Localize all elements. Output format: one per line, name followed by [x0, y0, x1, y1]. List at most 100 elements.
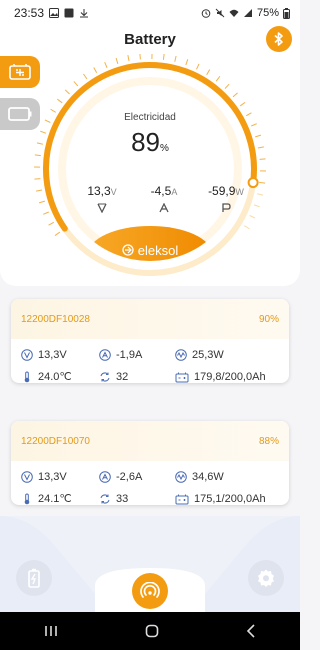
power-value: -59,9 [208, 184, 236, 198]
pack-voltage-value: 13,3V [38, 471, 67, 483]
pack-cycles-value: 32 [116, 370, 129, 383]
gauge-tick [34, 154, 41, 157]
power-wave-icon [175, 349, 187, 361]
pack-percent: 88% [258, 435, 279, 447]
current-icon [99, 349, 111, 361]
pack-power-value: 34,6W [192, 471, 224, 483]
gauge-tick [259, 181, 266, 184]
gauge-tick [73, 81, 79, 87]
image-icon [64, 8, 74, 18]
pack-capacity: 175,1/200,0Ah [175, 492, 279, 505]
pack-current-value: -1,9A [116, 349, 143, 361]
gauge-tick [36, 189, 43, 192]
voltage-unit: V [110, 187, 117, 197]
pack-capacity-value: 179,8/200,0Ah [194, 370, 266, 383]
signal-icon [140, 582, 160, 598]
status-battery: 75% [256, 7, 279, 19]
gauge-tick [255, 134, 262, 138]
electricity-label: Electricidad [124, 112, 176, 123]
pack-temperature: 24.0℃ [21, 370, 99, 383]
gauge-metrics: 13,3V -4,5A -59,9W [72, 184, 256, 213]
pack-temperature-value: 24.1℃ [38, 493, 72, 505]
gauge-tick [239, 102, 246, 107]
pack-power: 34,6W [175, 471, 279, 483]
gauge-tick [162, 54, 165, 60]
gauge-tick [232, 92, 238, 98]
pack-power-value: 25,3W [192, 349, 224, 361]
pack-card-header: 12200DF10070 88% [11, 421, 289, 461]
electricity-percent: 89 [131, 127, 160, 157]
battery-pack-card[interactable]: 12200DF10028 90% 13,3V -1,9A 25,3W 24.0℃… [11, 299, 289, 383]
download-icon [80, 9, 89, 18]
gauge-tick [244, 225, 250, 230]
gauge-tick [115, 57, 119, 64]
current-value: -4,5 [150, 184, 172, 198]
image-icon [49, 8, 60, 18]
back-icon[interactable] [246, 624, 256, 638]
pack-cycles: 33 [99, 492, 175, 505]
bottom-navigation [0, 516, 300, 612]
pack-current: -2,6A [99, 471, 175, 483]
brand-logo: eleksol [95, 237, 205, 263]
pack-voltage: 13,3V [21, 349, 99, 361]
recents-icon[interactable] [44, 625, 58, 637]
gauge-tick [104, 62, 108, 68]
battery-pack-card[interactable]: 12200DF10070 88% 13,3V -2,6A 34,6W 24.1℃… [11, 421, 289, 505]
pack-percent: 90% [258, 313, 279, 325]
gauge-readout: Electricidad 89% [81, 94, 219, 158]
gear-icon [258, 569, 274, 587]
gauge-tick [206, 69, 211, 75]
voltage-icon [21, 349, 33, 361]
gauge-tick [38, 200, 45, 204]
alarm-icon [201, 9, 211, 18]
metric-current: -4,5A [134, 184, 194, 213]
gauge-tick [127, 55, 130, 62]
gauge-tick [257, 193, 264, 196]
gauge-tick [257, 146, 264, 149]
gauge-tick [48, 221, 55, 226]
power-wave-icon [175, 471, 187, 483]
gauge-tick [93, 67, 98, 74]
power-icon [222, 203, 231, 212]
nav-status-button[interactable] [132, 573, 168, 609]
cycle-icon [100, 493, 110, 504]
gauge-tick [185, 59, 189, 66]
pack-temperature: 24.1℃ [21, 492, 99, 505]
gauge-tick [174, 55, 177, 62]
mute-icon [215, 8, 225, 18]
battery-status-icon [283, 7, 290, 19]
gauge-tick [224, 83, 230, 89]
gauge-tick [259, 158, 266, 160]
pack-power: 25,3W [175, 349, 279, 361]
gauge-tick [50, 108, 56, 113]
battery-charge-icon [28, 568, 40, 588]
home-icon[interactable] [145, 624, 159, 638]
battery-capacity-icon [175, 372, 189, 382]
metric-power: -59,9W [196, 184, 256, 213]
metric-voltage: 13,3V [72, 184, 132, 213]
pack-voltage: 13,3V [21, 471, 99, 483]
nav-battery-button[interactable] [16, 560, 52, 596]
current-icon [159, 203, 169, 213]
gauge-tick [64, 89, 70, 95]
gauge-tick [34, 178, 41, 180]
current-icon [99, 471, 111, 483]
pack-voltage-value: 13,3V [38, 349, 67, 361]
battery-capacity-icon [175, 494, 189, 504]
gauge-tick [245, 112, 252, 117]
electricity-unit: % [160, 143, 169, 154]
voltage-icon [97, 203, 107, 213]
pack-metrics: 13,3V -2,6A 34,6W 24.1℃ 33 175,1/200,0Ah [11, 461, 289, 505]
pack-current-value: -2,6A [116, 471, 143, 483]
thermometer-icon [24, 371, 30, 382]
thermometer-icon [24, 493, 30, 504]
bluetooth-icon [274, 32, 283, 46]
bluetooth-button[interactable] [266, 26, 292, 52]
signal-bars-icon [243, 9, 252, 17]
gauge-tick [54, 231, 61, 236]
gauge-tick [249, 215, 256, 219]
status-bar: 23:53 75% [0, 0, 300, 26]
nav-settings-button[interactable] [248, 560, 284, 596]
electricity-value: 89% [81, 127, 219, 158]
gauge-tick [251, 123, 257, 127]
